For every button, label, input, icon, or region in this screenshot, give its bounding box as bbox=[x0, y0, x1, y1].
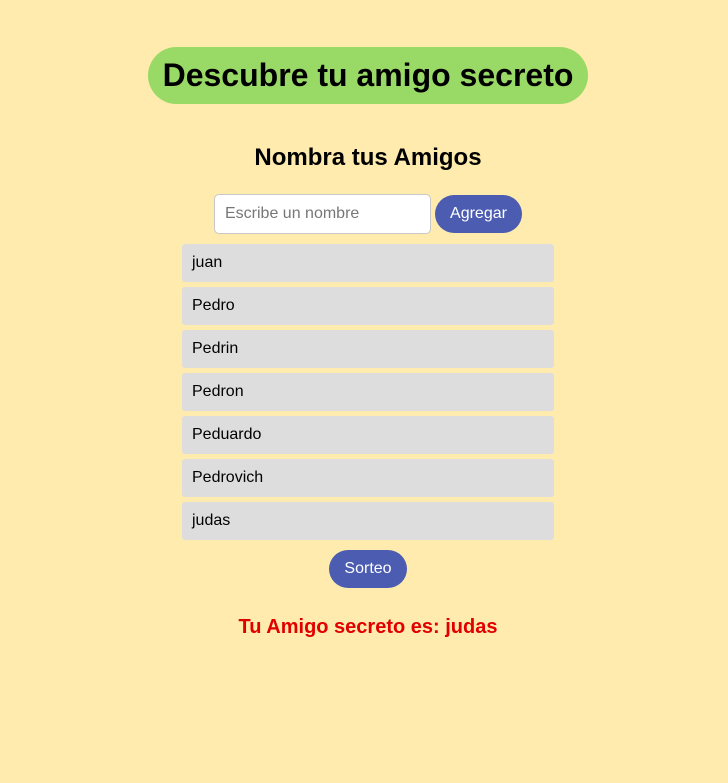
page-title: Descubre tu amigo secreto bbox=[162, 57, 574, 93]
secret-friend-result: Tu Amigo secreto es: judas bbox=[238, 616, 498, 638]
draw-button[interactable]: Sorteo bbox=[329, 550, 407, 588]
friend-list-item: judas bbox=[182, 502, 554, 540]
friend-list-item: Pedro bbox=[182, 287, 554, 325]
title-banner: Descubre tu amigo secreto bbox=[148, 47, 588, 104]
add-friend-button[interactable]: Agregar bbox=[435, 195, 522, 233]
friend-list-item: juan bbox=[182, 244, 554, 282]
friend-list-item: Pedron bbox=[182, 373, 554, 411]
friend-list-item: Pedrin bbox=[182, 330, 554, 368]
section-subtitle: Nombra tus Amigos bbox=[254, 144, 482, 171]
friend-list: juan Pedro Pedrin Pedron Peduardo Pedrov… bbox=[182, 244, 554, 545]
friend-list-item: Peduardo bbox=[182, 416, 554, 454]
friend-name-input[interactable] bbox=[214, 194, 431, 234]
friend-list-item: Pedrovich bbox=[182, 459, 554, 497]
